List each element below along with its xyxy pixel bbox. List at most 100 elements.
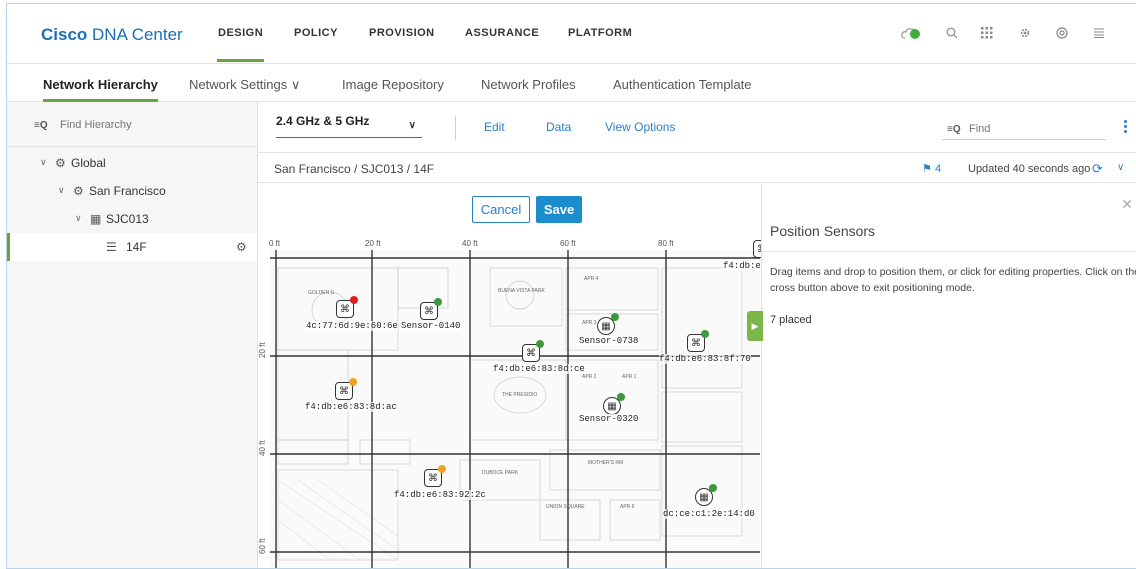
brand-logo[interactable]: Cisco DNA Center	[41, 25, 183, 45]
flag-icon: ⚑	[922, 163, 932, 175]
tab-network-settings[interactable]: Network Settings ∨	[189, 77, 300, 93]
sensor-marker[interactable]: ▦	[695, 484, 717, 506]
nav-tab-platform[interactable]: PLATFORM	[568, 27, 632, 39]
search-icon[interactable]	[941, 22, 963, 44]
chevron-down-icon[interactable]: ∨	[58, 185, 65, 196]
more-options-icon[interactable]	[1124, 120, 1128, 135]
sensor-marker[interactable]: ⌘	[335, 378, 357, 400]
cloud-status-icon[interactable]	[900, 22, 922, 44]
tab-image-repository[interactable]: Image Repository	[342, 77, 444, 92]
sensor-label: Sensor-0320	[579, 414, 639, 424]
edit-link[interactable]: Edit	[484, 120, 505, 134]
panel-description: Drag items and drop to position them, or…	[770, 266, 1136, 294]
wifi-icon: ⌘	[339, 385, 349, 397]
chevron-down-icon: ∨	[408, 120, 416, 131]
sensor-label: f4:db:e6:83:8d:ce	[493, 364, 585, 374]
refresh-icon[interactable]: ⟳	[1092, 161, 1103, 177]
find-input[interactable]	[969, 120, 1099, 138]
sensor-icon: ▦	[601, 320, 611, 332]
wifi-icon: ⌘	[340, 303, 350, 315]
floor-map-area: Cancel Save 0 ft 20 ft 40 ft 60 ft 80 ft…	[258, 184, 761, 568]
filter-search-icon: ≡Q	[947, 124, 961, 135]
breadcrumb: San Francisco / SJC013 / 14F	[274, 162, 435, 176]
ruler-tick: 60 ft	[560, 239, 576, 248]
y-ruler: 20 ft 40 ft 60 ft	[258, 254, 270, 564]
tab-authentication-template[interactable]: Authentication Template	[613, 77, 752, 92]
ruler-tick: 0 ft	[269, 239, 281, 248]
app-window: Cisco DNA Center DESIGN POLICY PROVISION…	[6, 3, 1136, 569]
area-icon: ⚙	[73, 184, 84, 198]
settings-icon[interactable]	[1014, 22, 1036, 44]
tree-node-label: SJC013	[106, 212, 149, 226]
tree-node-label: Global	[71, 156, 106, 170]
status-dot	[709, 484, 717, 492]
nav-tab-provision[interactable]: PROVISION	[369, 27, 435, 39]
sensor-label: 4c:77:6d:9e:60:6e	[306, 321, 398, 331]
sensor-marker[interactable]: ▦	[603, 393, 625, 415]
ruler-tick: 20 ft	[258, 342, 267, 358]
tab-network-hierarchy[interactable]: Network Hierarchy	[43, 77, 158, 102]
nav-tab-design[interactable]: DESIGN	[216, 27, 265, 62]
collapse-panel-button[interactable]: ▶	[747, 311, 763, 341]
chevron-down-icon[interactable]: ∨	[75, 213, 82, 224]
top-navigation: Cisco DNA Center DESIGN POLICY PROVISION…	[7, 4, 1136, 64]
data-link[interactable]: Data	[546, 120, 571, 134]
help-icon[interactable]	[1051, 22, 1073, 44]
status-dot	[434, 298, 442, 306]
flag-count: 4	[934, 163, 942, 175]
chevron-down-icon[interactable]: ∨	[1117, 162, 1124, 173]
breadcrumb-bar: San Francisco / SJC013 / 14F ⚑ 4 Updated…	[258, 153, 1136, 183]
room-label: GOLDEN G	[308, 290, 335, 296]
tree-node-san-francisco[interactable]: ∨ ⚙ San Francisco	[7, 177, 257, 205]
sensor-label: f4:db:e6:83:8d:ac	[305, 402, 397, 412]
menu-icon[interactable]	[1088, 22, 1110, 44]
tab-network-profiles[interactable]: Network Profiles	[481, 77, 576, 92]
room-label: APR 2	[582, 374, 597, 380]
hierarchy-search-input[interactable]	[60, 115, 240, 135]
band-select[interactable]: 2.4 GHz & 5 GHz ∨	[276, 114, 422, 138]
flag-counter[interactable]: ⚑ 4	[922, 162, 941, 175]
view-options-link[interactable]: View Options	[605, 120, 675, 134]
sensor-icon: ▦	[607, 400, 617, 412]
sensor-marker[interactable]: ⌘	[753, 240, 761, 258]
tree-node-label: 14F	[126, 240, 147, 254]
room-label: BUENA VISTA PARK	[498, 288, 545, 294]
nav-tab-assurance[interactable]: ASSURANCE	[465, 27, 539, 39]
tree-node-14f[interactable]: ☰ 14F ⚙	[7, 233, 257, 261]
position-sensors-panel: ▶ ✕ Position Sensors Drag items and drop…	[747, 184, 1136, 568]
band-select-value: 2.4 GHz & 5 GHz	[276, 114, 370, 128]
floor-icon: ☰	[106, 240, 117, 254]
globe-icon: ⚙	[55, 156, 66, 170]
building-icon: ▦	[90, 212, 102, 226]
sensor-label: Sensor-0140	[401, 321, 461, 331]
sensor-marker[interactable]: ⌘	[522, 340, 544, 362]
sensor-marker[interactable]: ⌘	[336, 296, 358, 318]
status-dot	[350, 296, 358, 304]
nav-tab-policy[interactable]: POLICY	[294, 27, 338, 39]
status-dot	[536, 340, 544, 348]
room-label: APR 4	[584, 276, 599, 282]
status-dot	[701, 330, 709, 338]
toolbar-divider	[455, 116, 456, 140]
chevron-down-icon[interactable]: ∨	[40, 157, 47, 168]
wifi-icon: ⌘	[428, 472, 438, 484]
cancel-button[interactable]: Cancel	[472, 196, 530, 223]
wifi-icon: ⌘	[424, 305, 434, 317]
ruler-tick: 60 ft	[258, 538, 267, 554]
gear-icon[interactable]: ⚙	[236, 240, 247, 254]
close-icon[interactable]: ✕	[1121, 196, 1133, 213]
placed-count: 7 placed	[770, 314, 812, 326]
sensor-label: f4:db:e6:83:92:2c	[394, 490, 486, 500]
room-label: MOTHER'S RM	[588, 460, 623, 466]
save-button[interactable]: Save	[536, 196, 582, 223]
tree-node-sjc013[interactable]: ∨ ▦ SJC013	[7, 205, 257, 233]
tree-node-global[interactable]: ∨ ⚙ Global	[7, 149, 257, 177]
apps-grid-icon[interactable]	[976, 22, 998, 44]
room-label: APR 1	[622, 374, 637, 380]
ruler-tick: 20 ft	[365, 239, 381, 248]
sensor-marker[interactable]: ▦	[597, 313, 619, 335]
sensor-marker[interactable]: ⌘	[424, 465, 446, 487]
status-dot	[438, 465, 446, 473]
sensor-marker[interactable]: ⌘	[420, 298, 442, 320]
sensor-marker[interactable]: ⌘	[687, 330, 709, 352]
